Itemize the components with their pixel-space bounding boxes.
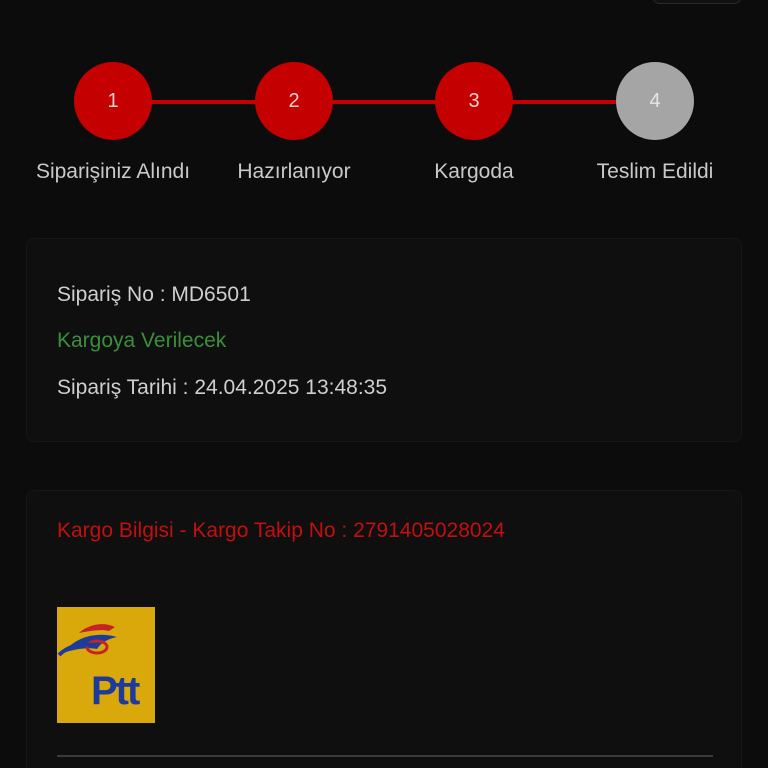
section-divider — [57, 755, 713, 757]
step-4: 4 Teslim Edildi — [545, 62, 765, 184]
ptt-logo: Ptt — [57, 607, 155, 723]
step-1-circle: 1 — [74, 62, 152, 140]
svg-text:Ptt: Ptt — [91, 669, 140, 713]
cargo-tracking-title[interactable]: Kargo Bilgisi - Kargo Takip No : 2791405… — [57, 519, 505, 543]
order-status: Kargoya Verilecek — [57, 329, 227, 352]
top-partial-button[interactable] — [652, 0, 742, 4]
step-4-label: Teslim Edildi — [596, 160, 714, 183]
step-4-circle: 4 — [616, 62, 694, 140]
step-3-circle: 3 — [435, 62, 513, 140]
step-2-circle: 2 — [255, 62, 333, 140]
order-info-card: Sipariş No : MD6501 Kargoya Verilecek Si… — [26, 238, 742, 442]
order-number: Sipariş No : MD6501 — [57, 283, 251, 306]
order-progress-stepper: 1 Siparişiniz Alındı 2 Hazırlanıyor 3 Ka… — [0, 62, 768, 202]
cargo-info-card: Kargo Bilgisi - Kargo Takip No : 2791405… — [26, 490, 742, 768]
order-date: Sipariş Tarihi : 24.04.2025 13:48:35 — [57, 376, 388, 399]
order-tracking-page: 1 Siparişiniz Alındı 2 Hazırlanıyor 3 Ka… — [0, 0, 768, 768]
